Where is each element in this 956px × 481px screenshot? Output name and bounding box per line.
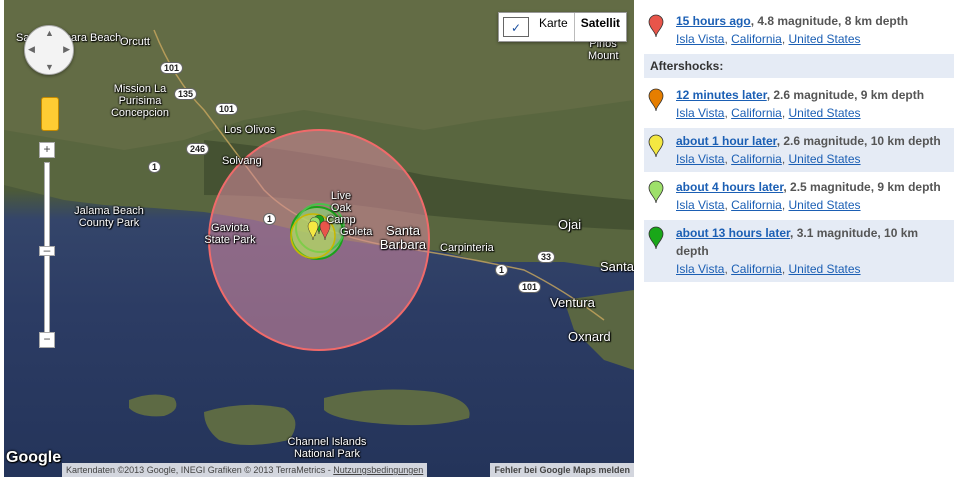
route-shield: 1 [495, 264, 509, 276]
place-link[interactable]: Isla Vista [676, 32, 724, 46]
zoom-slider-handle[interactable]: – [39, 244, 55, 256]
country-link[interactable]: United States [789, 262, 861, 276]
pan-up-icon[interactable]: ▲ [45, 28, 54, 38]
report-error-link[interactable]: Fehler bei Google Maps melden [490, 463, 634, 477]
route-shield: 246 [186, 143, 210, 155]
quake-details: , 4.8 magnitude, 8 km depth [750, 14, 909, 28]
place-carpinteria: Carpinteria [440, 242, 494, 254]
street-view-pegman-icon[interactable] [41, 97, 59, 131]
quake-time-link[interactable]: about 13 hours later [676, 226, 790, 240]
place-los-olivos: Los Olivos [224, 124, 276, 136]
map-view[interactable]: Santa Barbara Beach Orcutt Mission La Pu… [4, 0, 634, 477]
state-link[interactable]: California [731, 152, 782, 166]
route-shield: 1 [263, 213, 277, 225]
place-oxnard: Oxnard [568, 329, 611, 344]
map-type-karte-button[interactable]: Karte [533, 13, 574, 41]
aftershock-item: 12 minutes later, 2.6 magnitude, 9 km de… [644, 82, 954, 126]
aftershock-item: about 4 hours later, 2.5 magnitude, 9 km… [644, 174, 954, 218]
place-channel-islands: Channel Islands National Park [287, 436, 367, 460]
aftershock-item: about 1 hour later, 2.6 magnitude, 10 km… [644, 128, 954, 172]
state-link[interactable]: California [731, 262, 782, 276]
pan-left-icon[interactable]: ◀ [28, 44, 35, 55]
route-shield: 1 [148, 161, 162, 173]
place-ventura: Ventura [550, 295, 595, 310]
place-solvang: Solvang [222, 155, 262, 167]
place-link[interactable]: Isla Vista [676, 152, 724, 166]
place-live-oak-camp: Live Oak Camp [326, 190, 356, 226]
orange-pin-icon [648, 88, 664, 112]
country-link[interactable]: United States [789, 152, 861, 166]
place-goleta: Goleta [340, 226, 373, 238]
place-santa-paula: Santa [600, 259, 634, 274]
quake-time-link[interactable]: about 4 hours later [676, 180, 783, 194]
zoom-control[interactable]: + – − [39, 142, 55, 348]
quake-details: , 2.6 magnitude, 9 km depth [766, 88, 925, 102]
pan-control[interactable]: ▲ ▼ ◀ ▶ [24, 25, 74, 75]
map-type-satellite-button[interactable]: Satellit [573, 13, 626, 41]
attribution-text: Kartendaten ©2013 Google, INEGI Grafiken… [66, 465, 334, 475]
yellow-pin-icon [648, 134, 664, 158]
google-logo[interactable]: Google [6, 450, 61, 466]
route-shield: 101 [215, 103, 239, 115]
place-link[interactable]: Isla Vista [676, 106, 724, 120]
route-shield: 33 [537, 251, 556, 263]
place-gaviota: Gaviota State Park [204, 222, 256, 246]
aftershocks-header: Aftershocks: [644, 54, 954, 78]
place-ojai: Ojai [558, 217, 582, 232]
place-link[interactable]: Isla Vista [676, 198, 724, 212]
country-link[interactable]: United States [789, 32, 861, 46]
map-attribution: Kartendaten ©2013 Google, INEGI Grafiken… [62, 463, 428, 477]
state-link[interactable]: California [731, 32, 782, 46]
map-type-control[interactable]: ✓ Karte Satellit [498, 12, 628, 42]
green-pin-icon [648, 226, 664, 250]
place-link[interactable]: Isla Vista [676, 262, 724, 276]
main-quake-item: 15 hours ago, 4.8 magnitude, 8 km depth … [644, 8, 954, 52]
zoom-out-button[interactable]: − [39, 332, 55, 348]
place-orcutt: Orcutt [120, 36, 150, 48]
quake-details: , 2.5 magnitude, 9 km depth [783, 180, 941, 194]
light-green-pin-icon [648, 180, 664, 204]
state-link[interactable]: California [731, 198, 782, 212]
aftershock-item: about 13 hours later, 3.1 magnitude, 10 … [644, 220, 954, 282]
country-link[interactable]: United States [789, 106, 861, 120]
place-santa-barbara: Santa Barbara [379, 223, 427, 252]
country-link[interactable]: United States [789, 198, 861, 212]
place-jalama-beach: Jalama Beach County Park [74, 205, 144, 229]
quake-time-link[interactable]: 15 hours ago [676, 14, 751, 28]
earthquake-list: 15 hours ago, 4.8 magnitude, 8 km depth … [644, 8, 954, 284]
route-shield: 101 [160, 62, 184, 74]
red-pin-icon [648, 14, 664, 38]
quake-time-link[interactable]: about 1 hour later [676, 134, 777, 148]
quake-time-link[interactable]: 12 minutes later [676, 88, 767, 102]
zoom-in-button[interactable]: + [39, 142, 55, 158]
route-shield: 135 [174, 88, 198, 100]
checkbox-icon[interactable]: ✓ [503, 17, 529, 37]
pan-right-icon[interactable]: ▶ [63, 44, 70, 55]
state-link[interactable]: California [731, 106, 782, 120]
place-mission-la-purisima: Mission La Purisima Concepcion [110, 83, 170, 119]
pan-down-icon[interactable]: ▼ [45, 62, 54, 72]
terms-link[interactable]: Nutzungsbedingungen [333, 465, 423, 475]
quake-details: , 2.6 magnitude, 10 km depth [776, 134, 941, 148]
route-shield: 101 [518, 281, 542, 293]
